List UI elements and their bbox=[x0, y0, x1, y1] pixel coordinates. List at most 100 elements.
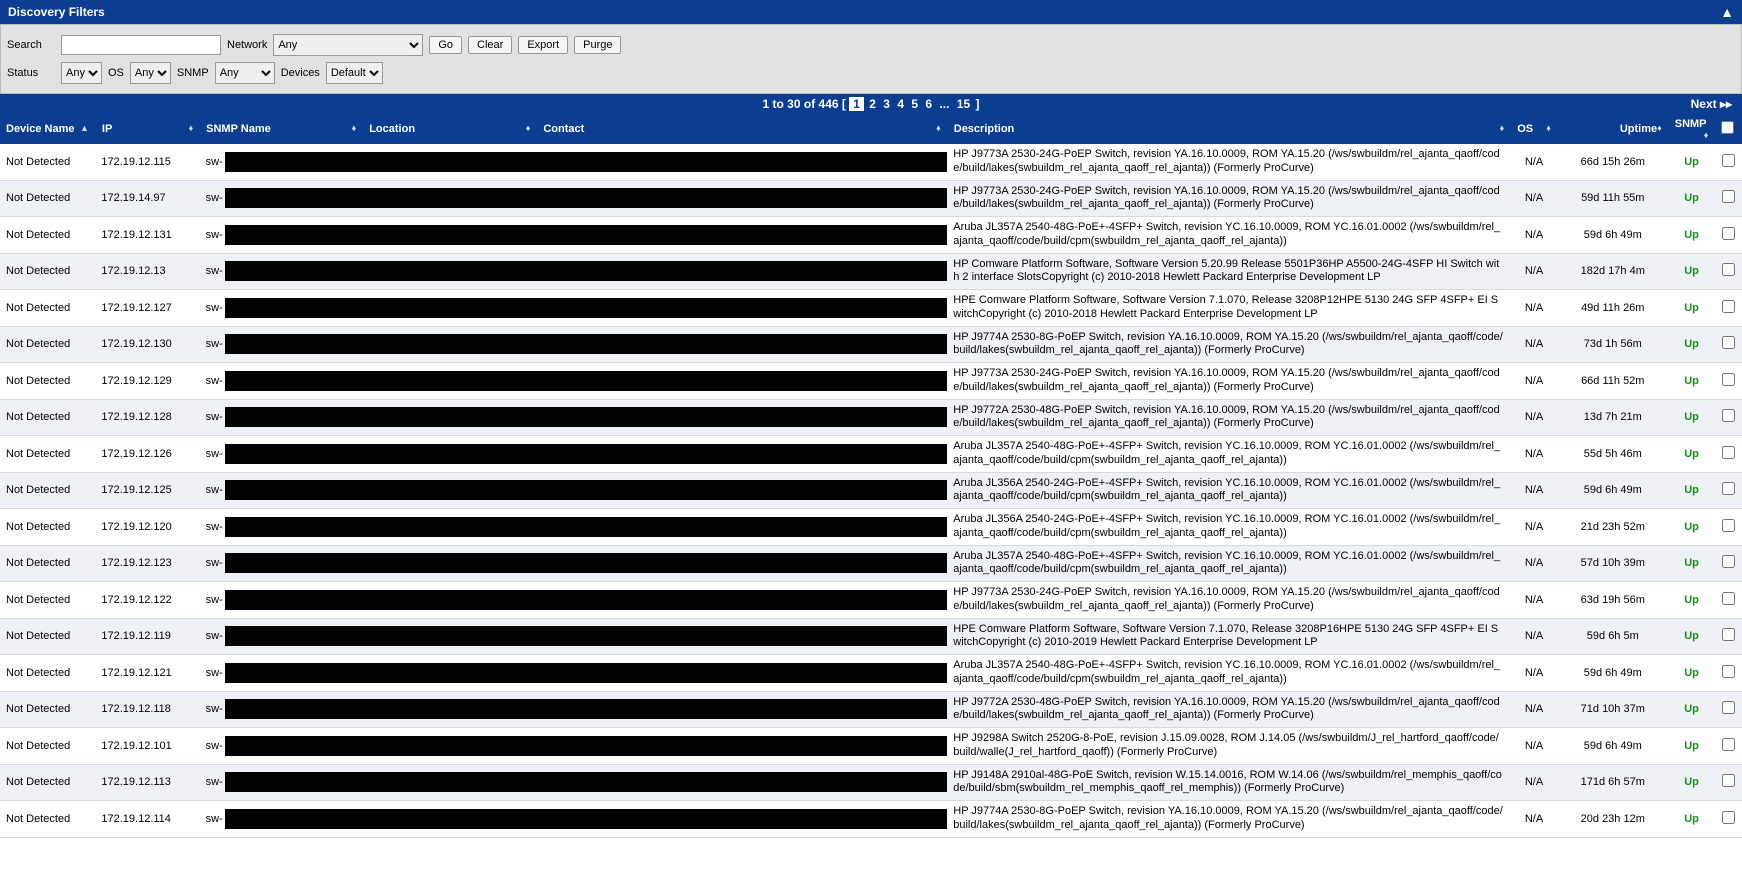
page-link-6[interactable]: 6 bbox=[923, 97, 934, 111]
row-checkbox[interactable] bbox=[1722, 227, 1735, 240]
table-row[interactable]: Not Detected172.19.12.131sw-Aruba JL357A… bbox=[0, 217, 1742, 254]
page-link-1[interactable]: 1 bbox=[849, 97, 864, 111]
row-checkbox[interactable] bbox=[1722, 811, 1735, 824]
row-checkbox[interactable] bbox=[1722, 482, 1735, 495]
page-link-2[interactable]: 2 bbox=[867, 97, 878, 111]
cell-description: HP J9774A 2530-8G-PoEP Switch, revision … bbox=[947, 326, 1510, 363]
table-row[interactable]: Not Detected172.19.12.125sw-Aruba JL356A… bbox=[0, 472, 1742, 509]
next-link[interactable]: Next ▸▸ bbox=[1689, 97, 1734, 111]
cell-contact bbox=[537, 618, 947, 655]
table-row[interactable]: Not Detected172.19.12.121sw-Aruba JL357A… bbox=[0, 655, 1742, 692]
table-row[interactable]: Not Detected172.19.12.114sw-HP J9774A 25… bbox=[0, 801, 1742, 838]
table-row[interactable]: Not Detected172.19.12.127sw-HPE Comware … bbox=[0, 290, 1742, 327]
row-checkbox[interactable] bbox=[1722, 446, 1735, 459]
redacted-block bbox=[363, 444, 537, 464]
table-row[interactable]: Not Detected172.19.12.128sw-HP J9772A 25… bbox=[0, 399, 1742, 436]
col-uptime[interactable]: Uptime ♦ bbox=[1557, 114, 1668, 144]
sort-icon: ♦ bbox=[1704, 130, 1709, 140]
col-contact[interactable]: Contact ♦ bbox=[537, 114, 947, 144]
page-link-5[interactable]: 5 bbox=[909, 97, 920, 111]
col-description[interactable]: Description ♦ bbox=[947, 114, 1510, 144]
cell-uptime: 73d 1h 56m bbox=[1557, 326, 1668, 363]
row-checkbox[interactable] bbox=[1722, 409, 1735, 422]
clear-button[interactable]: Clear bbox=[468, 36, 512, 54]
col-location[interactable]: Location ♦ bbox=[363, 114, 537, 144]
row-checkbox[interactable] bbox=[1722, 154, 1735, 167]
table-row[interactable]: Not Detected172.19.14.97sw-HP J9773A 253… bbox=[0, 180, 1742, 217]
row-checkbox[interactable] bbox=[1722, 738, 1735, 751]
col-check[interactable] bbox=[1715, 114, 1742, 144]
cell-snmp-name: sw- bbox=[200, 363, 363, 400]
col-snmp[interactable]: SNMP ♦ bbox=[1668, 114, 1715, 144]
col-snmp-name[interactable]: SNMP Name ♦ bbox=[200, 114, 363, 144]
cell-location bbox=[363, 655, 537, 692]
cell-location bbox=[363, 180, 537, 217]
panel-header: Discovery Filters ▲ bbox=[0, 0, 1742, 24]
row-checkbox[interactable] bbox=[1722, 373, 1735, 386]
row-checkbox[interactable] bbox=[1722, 190, 1735, 203]
cell-snmp: Up bbox=[1668, 655, 1715, 692]
collapse-icon[interactable]: ▲ bbox=[1720, 4, 1734, 20]
os-select[interactable]: Any bbox=[130, 62, 171, 84]
page-link-4[interactable]: 4 bbox=[895, 97, 906, 111]
network-select[interactable]: Any bbox=[273, 34, 423, 56]
page-link-3[interactable]: 3 bbox=[881, 97, 892, 111]
col-ip[interactable]: IP ♦ bbox=[95, 114, 199, 144]
row-checkbox[interactable] bbox=[1722, 555, 1735, 568]
row-checkbox[interactable] bbox=[1722, 519, 1735, 532]
table-row[interactable]: Not Detected172.19.12.101sw-HP J9298A Sw… bbox=[0, 728, 1742, 765]
row-checkbox[interactable] bbox=[1722, 665, 1735, 678]
cell-description: HP J9148A 2910al-48G-PoE Switch, revisio… bbox=[947, 764, 1510, 801]
page-link-15[interactable]: 15 bbox=[955, 97, 972, 111]
redacted-block bbox=[225, 444, 363, 464]
table-row[interactable]: Not Detected172.19.12.122sw-HP J9773A 25… bbox=[0, 582, 1742, 619]
snmp-select[interactable]: Any bbox=[215, 62, 275, 84]
purge-button[interactable]: Purge bbox=[574, 36, 621, 54]
cell-contact bbox=[537, 655, 947, 692]
row-checkbox[interactable] bbox=[1722, 336, 1735, 349]
table-row[interactable]: Not Detected172.19.12.13sw-HP Comware Pl… bbox=[0, 253, 1742, 290]
row-checkbox[interactable] bbox=[1722, 300, 1735, 313]
cell-snmp: Up bbox=[1668, 472, 1715, 509]
redacted-block bbox=[537, 809, 947, 829]
cell-uptime: 59d 6h 49m bbox=[1557, 728, 1668, 765]
table-row[interactable]: Not Detected172.19.12.120sw-Aruba JL356A… bbox=[0, 509, 1742, 546]
redacted-block bbox=[225, 225, 363, 245]
go-button[interactable]: Go bbox=[429, 36, 462, 54]
table-row[interactable]: Not Detected172.19.12.115sw-HP J9773A 25… bbox=[0, 144, 1742, 180]
redacted-block bbox=[363, 188, 537, 208]
export-button[interactable]: Export bbox=[518, 36, 568, 54]
cell-check bbox=[1715, 728, 1742, 765]
table-row[interactable]: Not Detected172.19.12.113sw-HP J9148A 29… bbox=[0, 764, 1742, 801]
devices-select[interactable]: Default bbox=[326, 62, 383, 84]
row-checkbox[interactable] bbox=[1722, 774, 1735, 787]
row-checkbox[interactable] bbox=[1722, 592, 1735, 605]
col-os[interactable]: OS ♦ bbox=[1511, 114, 1558, 144]
cell-ip: 172.19.12.113 bbox=[95, 764, 199, 801]
cell-uptime: 59d 6h 49m bbox=[1557, 472, 1668, 509]
table-row[interactable]: Not Detected172.19.12.118sw-HP J9772A 25… bbox=[0, 691, 1742, 728]
table-row[interactable]: Not Detected172.19.12.130sw-HP J9774A 25… bbox=[0, 326, 1742, 363]
cell-description: HP J9774A 2530-8G-PoEP Switch, revision … bbox=[947, 801, 1510, 838]
row-checkbox[interactable] bbox=[1722, 701, 1735, 714]
search-input[interactable] bbox=[61, 35, 221, 55]
status-select[interactable]: Any bbox=[61, 62, 102, 84]
table-row[interactable]: Not Detected172.19.12.129sw-HP J9773A 25… bbox=[0, 363, 1742, 400]
table-row[interactable]: Not Detected172.19.12.119sw-HPE Comware … bbox=[0, 618, 1742, 655]
row-checkbox[interactable] bbox=[1722, 628, 1735, 641]
row-checkbox[interactable] bbox=[1722, 263, 1735, 276]
cell-description: Aruba JL357A 2540-48G-PoE+-4SFP+ Switch,… bbox=[947, 655, 1510, 692]
cell-snmp: Up bbox=[1668, 436, 1715, 473]
redacted-block bbox=[363, 590, 537, 610]
redacted-block bbox=[225, 809, 363, 829]
redacted-block bbox=[363, 772, 537, 792]
cell-device: Not Detected bbox=[0, 509, 95, 546]
table-row[interactable]: Not Detected172.19.12.126sw-Aruba JL357A… bbox=[0, 436, 1742, 473]
page-link-...[interactable]: ... bbox=[937, 97, 951, 111]
col-device[interactable]: Device Name ▲ bbox=[0, 114, 95, 144]
cell-snmp: Up bbox=[1668, 764, 1715, 801]
select-all-checkbox[interactable] bbox=[1721, 121, 1734, 134]
table-row[interactable]: Not Detected172.19.12.123sw-Aruba JL357A… bbox=[0, 545, 1742, 582]
cell-description: HP J9772A 2530-48G-PoEP Switch, revision… bbox=[947, 691, 1510, 728]
redacted-block bbox=[363, 699, 537, 719]
